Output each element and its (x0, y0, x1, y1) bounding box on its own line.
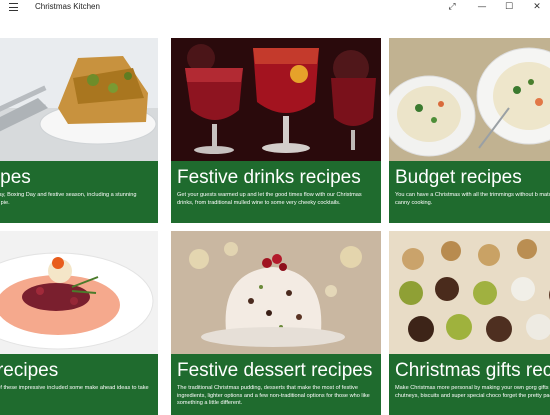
recipe-grid: arian recipes ditional spread on Christm… (0, 14, 550, 415)
card-title: Festive dessert recipes (177, 360, 373, 381)
card-title: Christmas gifts recipes (395, 360, 550, 381)
card-description: Make Christmas more personal by making y… (395, 385, 550, 399)
card-caption: arian recipes ditional spread on Christm… (0, 161, 158, 223)
recipe-card-starter[interactable]: e starter recipes your Christmas meal wi… (0, 231, 158, 415)
card-caption: Christmas gifts recipes Make Christmas m… (389, 354, 550, 415)
card-description: The traditional Christmas pudding, desse… (177, 385, 370, 406)
card-description: Get your guests warmed up and let the go… (177, 192, 362, 206)
card-image (389, 38, 550, 161)
maximize-button[interactable]: ☐ (503, 1, 515, 13)
recipe-card-festive-dessert[interactable]: Festive dessert recipes The traditional … (171, 231, 381, 415)
card-caption: Festive drinks recipes Get your guests w… (171, 161, 381, 223)
recipe-card-christmas-gifts[interactable]: Christmas gifts recipes Make Christmas m… (389, 231, 550, 415)
expand-icon[interactable]: ⤢ (446, 1, 458, 13)
card-image (0, 231, 158, 354)
card-caption: e starter recipes your Christmas meal wi… (0, 354, 158, 415)
card-title: arian recipes (0, 167, 31, 188)
close-button[interactable]: ✕ (531, 1, 543, 13)
card-description: You can have a Christmas with all the tr… (395, 192, 550, 206)
recipe-card-vegetarian[interactable]: arian recipes ditional spread on Christm… (0, 38, 158, 223)
card-title: Festive drinks recipes (177, 167, 361, 188)
card-description: your Christmas meal with one of these im… (0, 385, 149, 391)
card-image (389, 231, 550, 354)
app-title: Christmas Kitchen (35, 2, 100, 11)
card-image (171, 231, 381, 354)
recipe-card-budget[interactable]: Budget recipes You can have a Christmas … (389, 38, 550, 223)
card-description: ditional spread on Christmas Day, Boxing… (0, 192, 137, 206)
title-bar: Christmas Kitchen ⤢ — ☐ ✕ (0, 0, 550, 14)
recipe-card-festive-drinks[interactable]: Festive drinks recipes Get your guests w… (171, 38, 381, 223)
card-image (0, 38, 158, 161)
card-image (171, 38, 381, 161)
card-caption: Budget recipes You can have a Christmas … (389, 161, 550, 223)
minimize-button[interactable]: — (476, 1, 488, 13)
hamburger-menu-icon[interactable] (9, 3, 18, 11)
card-title: Budget recipes (395, 167, 522, 188)
card-title: e starter recipes (0, 360, 59, 381)
card-caption: Festive dessert recipes The traditional … (171, 354, 381, 415)
